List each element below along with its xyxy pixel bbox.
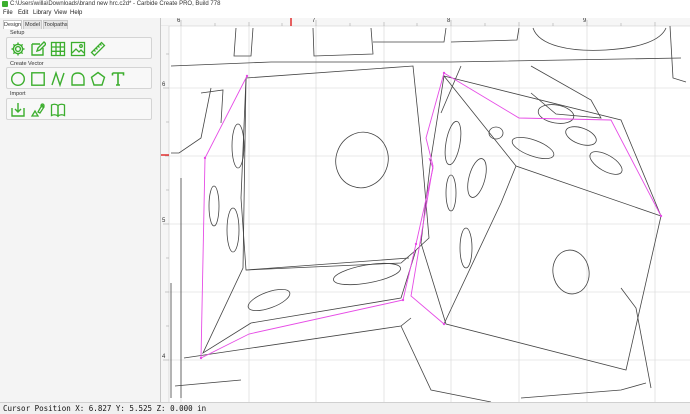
tab-design[interactable]: Design: [3, 20, 22, 29]
selection-nodes: [199, 71, 663, 360]
polygon-icon[interactable]: [90, 71, 106, 87]
canvas-drawing: [161, 18, 690, 402]
curve-icon[interactable]: [50, 71, 66, 87]
rectangle-icon[interactable]: [30, 71, 46, 87]
ruler-icon[interactable]: [90, 41, 106, 57]
import-icon[interactable]: [10, 102, 26, 118]
ruler-top-label: 9: [583, 18, 587, 24]
library-icon[interactable]: [50, 102, 66, 118]
sidebar: Design Model Toolpaths Setup Create Vect…: [0, 18, 161, 402]
text-icon[interactable]: [110, 71, 126, 87]
ruler-left-label: 5: [162, 218, 166, 224]
menu-help[interactable]: Help: [70, 9, 82, 18]
circle-icon[interactable]: [10, 71, 26, 87]
background-outlines: [170, 25, 687, 402]
menu-file[interactable]: File: [3, 9, 13, 18]
ruler-left-label: 6: [162, 82, 166, 88]
app-icon: [2, 1, 8, 7]
right-die: [420, 75, 662, 371]
ruler-top-label: 6: [177, 18, 181, 24]
grid-icon[interactable]: [50, 41, 66, 57]
section-label-setup: Setup: [10, 30, 25, 36]
ruler-top-label: 8: [447, 18, 451, 24]
section-label-import: Import: [10, 91, 26, 97]
tab-toolpaths[interactable]: Toolpaths: [43, 20, 68, 29]
polyline-icon[interactable]: [70, 71, 86, 87]
menu-bar: File Edit Library View Help: [0, 9, 690, 18]
menu-view[interactable]: View: [54, 9, 67, 18]
image-icon[interactable]: [70, 41, 86, 57]
title-bar: C:\Users\willa\Downloads\brand new hrc.c…: [0, 0, 690, 9]
status-bar: Cursor Position X: 6.827 Y: 5.525 Z: 0.0…: [0, 402, 690, 414]
top-ruler: [161, 18, 690, 26]
cursor-position-readout: Cursor Position X: 6.827 Y: 5.525 Z: 0.0…: [3, 404, 207, 413]
section-setup: [6, 37, 152, 59]
edit-document-icon[interactable]: [30, 41, 46, 57]
import-shapes-icon[interactable]: [30, 102, 46, 118]
window-title: C:\Users\willa\Downloads\brand new hrc.c…: [10, 1, 221, 7]
ruler-top-label: 7: [312, 18, 316, 24]
selected-vectors: [200, 72, 662, 359]
ruler-left-label: 4: [162, 354, 166, 360]
section-create-vector: [6, 67, 152, 89]
design-canvas[interactable]: 6 7 8 9 6 5 4: [161, 18, 690, 402]
menu-library[interactable]: Library: [33, 9, 51, 18]
section-import: [6, 98, 152, 120]
gear-icon[interactable]: [10, 41, 26, 57]
menu-edit[interactable]: Edit: [18, 9, 28, 18]
tab-model[interactable]: Model: [23, 20, 42, 29]
